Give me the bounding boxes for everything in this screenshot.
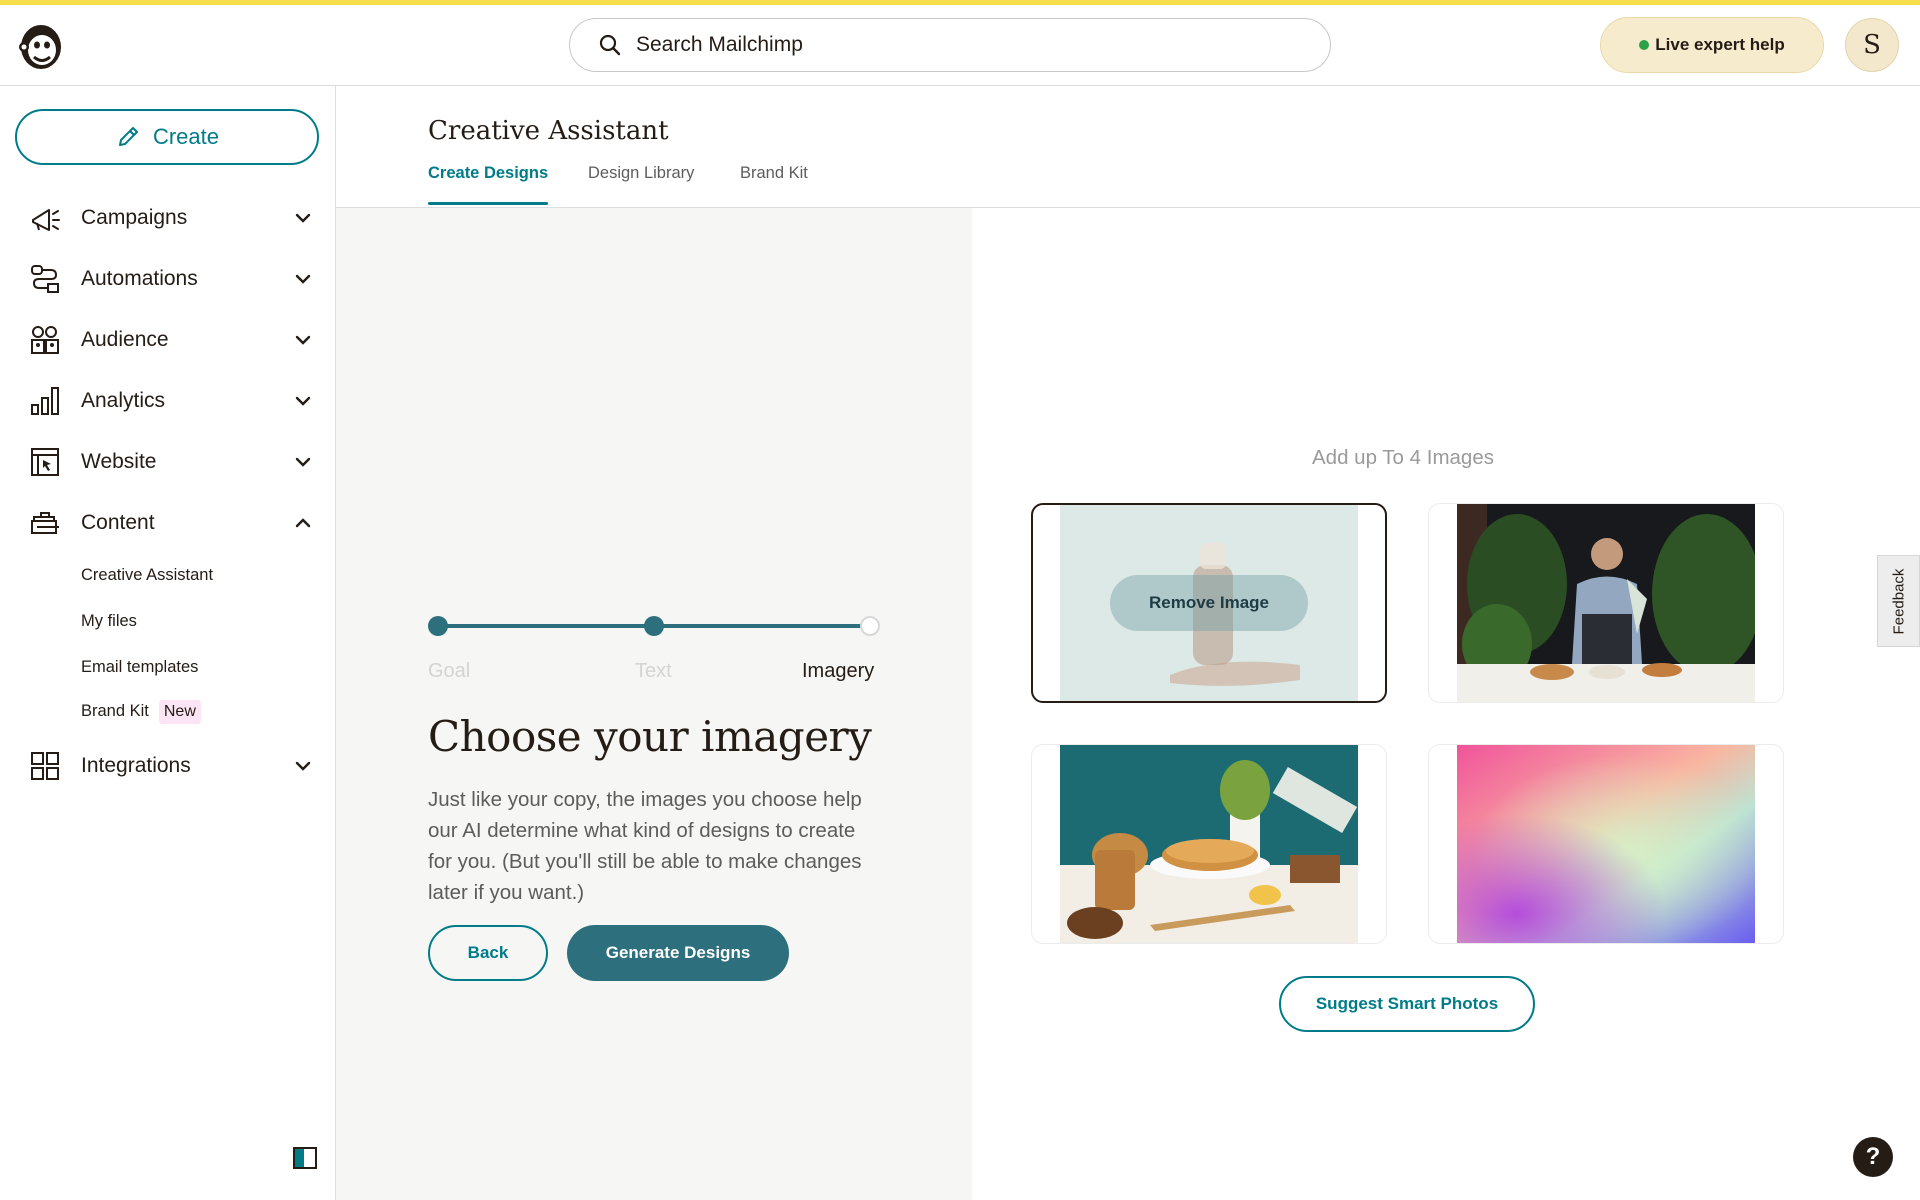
new-badge: New (158, 700, 201, 724)
user-avatar[interactable]: S (1845, 18, 1899, 72)
brand-kit-label: Brand Kit (81, 702, 149, 720)
sidebar-subitem-my-files[interactable]: My files (81, 612, 137, 631)
live-help-label: Live expert help (1655, 35, 1785, 54)
online-status-dot (1639, 40, 1650, 50)
step-dot-imagery (860, 616, 880, 636)
sidebar-item-label: Integrations (81, 754, 191, 777)
automation-icon (31, 265, 59, 293)
sidebar-item-website[interactable]: Website (0, 438, 336, 486)
step-label-goal: Goal (428, 660, 471, 682)
tab-brand-kit[interactable]: Brand Kit (740, 164, 808, 183)
search-icon (599, 34, 621, 56)
active-tab-indicator (428, 202, 548, 205)
chef-image (1457, 504, 1755, 702)
megaphone-icon (32, 209, 60, 231)
generate-designs-button[interactable]: Generate Designs (567, 925, 789, 981)
collapse-sidebar-icon[interactable] (293, 1147, 317, 1169)
pie-table-image (1060, 745, 1358, 943)
sidebar-subitem-brand-kit[interactable]: Brand Kit New (81, 700, 201, 724)
sidebar-item-label: Automations (81, 267, 198, 290)
sidebar-item-integrations[interactable]: Integrations (0, 742, 336, 790)
create-button[interactable]: Create (15, 109, 319, 165)
sidebar-item-content[interactable]: Content (0, 499, 336, 547)
step-dot-goal (428, 616, 448, 636)
section-heading: Choose your imagery (428, 712, 872, 761)
content-icon (31, 512, 59, 534)
search-placeholder: Search Mailchimp (636, 33, 803, 56)
sidebar-item-label: Audience (81, 328, 169, 351)
chevron-down-icon (295, 213, 311, 223)
stepper-line-segment (438, 624, 654, 628)
honey-jar-image: Remove Image (1060, 505, 1358, 701)
sidebar-subitem-email-templates[interactable]: Email templates (81, 658, 198, 677)
mailchimp-logo-icon[interactable] (16, 19, 66, 73)
sidebar-item-label: Campaigns (81, 206, 188, 229)
top-header: Search Mailchimp Live expert help S (0, 5, 1920, 86)
create-label: Create (152, 124, 220, 149)
live-expert-help-button[interactable]: Live expert help (1600, 17, 1824, 73)
chevron-down-icon (295, 335, 311, 345)
image-card-1[interactable]: Remove Image (1031, 503, 1387, 703)
audience-icon (31, 326, 59, 354)
step-label-text: Text (635, 660, 672, 682)
tab-create-designs[interactable]: Create Designs (428, 164, 548, 183)
tab-design-library[interactable]: Design Library (588, 164, 694, 183)
sidebar-subitem-creative-assistant[interactable]: Creative Assistant (81, 566, 213, 585)
step-dot-text (644, 616, 664, 636)
chevron-down-icon (295, 761, 311, 771)
search-input[interactable]: Search Mailchimp (569, 18, 1331, 72)
sidebar-item-label: Website (81, 450, 157, 473)
feedback-label: Feedback (1890, 568, 1907, 634)
sidebar-item-automations[interactable]: Automations (0, 255, 336, 303)
sidebar: Create Campaigns Automations Audience An… (0, 86, 336, 1200)
stepper-line-segment (654, 624, 870, 628)
wizard-panel (336, 208, 972, 1200)
feedback-tab[interactable]: Feedback (1877, 555, 1920, 647)
page-title: Creative Assistant (428, 116, 669, 146)
remove-image-button[interactable]: Remove Image (1110, 575, 1308, 631)
sidebar-item-audience[interactable]: Audience (0, 316, 336, 364)
chevron-down-icon (295, 457, 311, 467)
image-card-4[interactable] (1428, 744, 1784, 944)
sidebar-item-label: Analytics (81, 389, 166, 412)
sidebar-item-label: Content (81, 511, 155, 534)
chevron-down-icon (295, 274, 311, 284)
gradient-image (1457, 745, 1755, 943)
images-hint: Add up To 4 Images (1312, 446, 1494, 469)
image-card-3[interactable] (1031, 744, 1387, 944)
step-label-imagery: Imagery (802, 660, 875, 682)
sidebar-item-campaigns[interactable]: Campaigns (0, 194, 336, 242)
chevron-up-icon (295, 518, 311, 528)
pencil-icon (118, 127, 138, 146)
suggest-smart-photos-button[interactable]: Suggest Smart Photos (1279, 976, 1535, 1032)
section-description: Just like your copy, the images you choo… (428, 788, 862, 904)
sidebar-item-analytics[interactable]: Analytics (0, 377, 336, 425)
chevron-down-icon (295, 396, 311, 406)
back-button[interactable]: Back (428, 925, 548, 981)
bar-chart-icon (31, 387, 59, 415)
image-card-2[interactable] (1428, 503, 1784, 703)
help-icon[interactable]: ? (1853, 1137, 1893, 1177)
website-icon (31, 448, 59, 476)
grid-icon (31, 752, 59, 780)
